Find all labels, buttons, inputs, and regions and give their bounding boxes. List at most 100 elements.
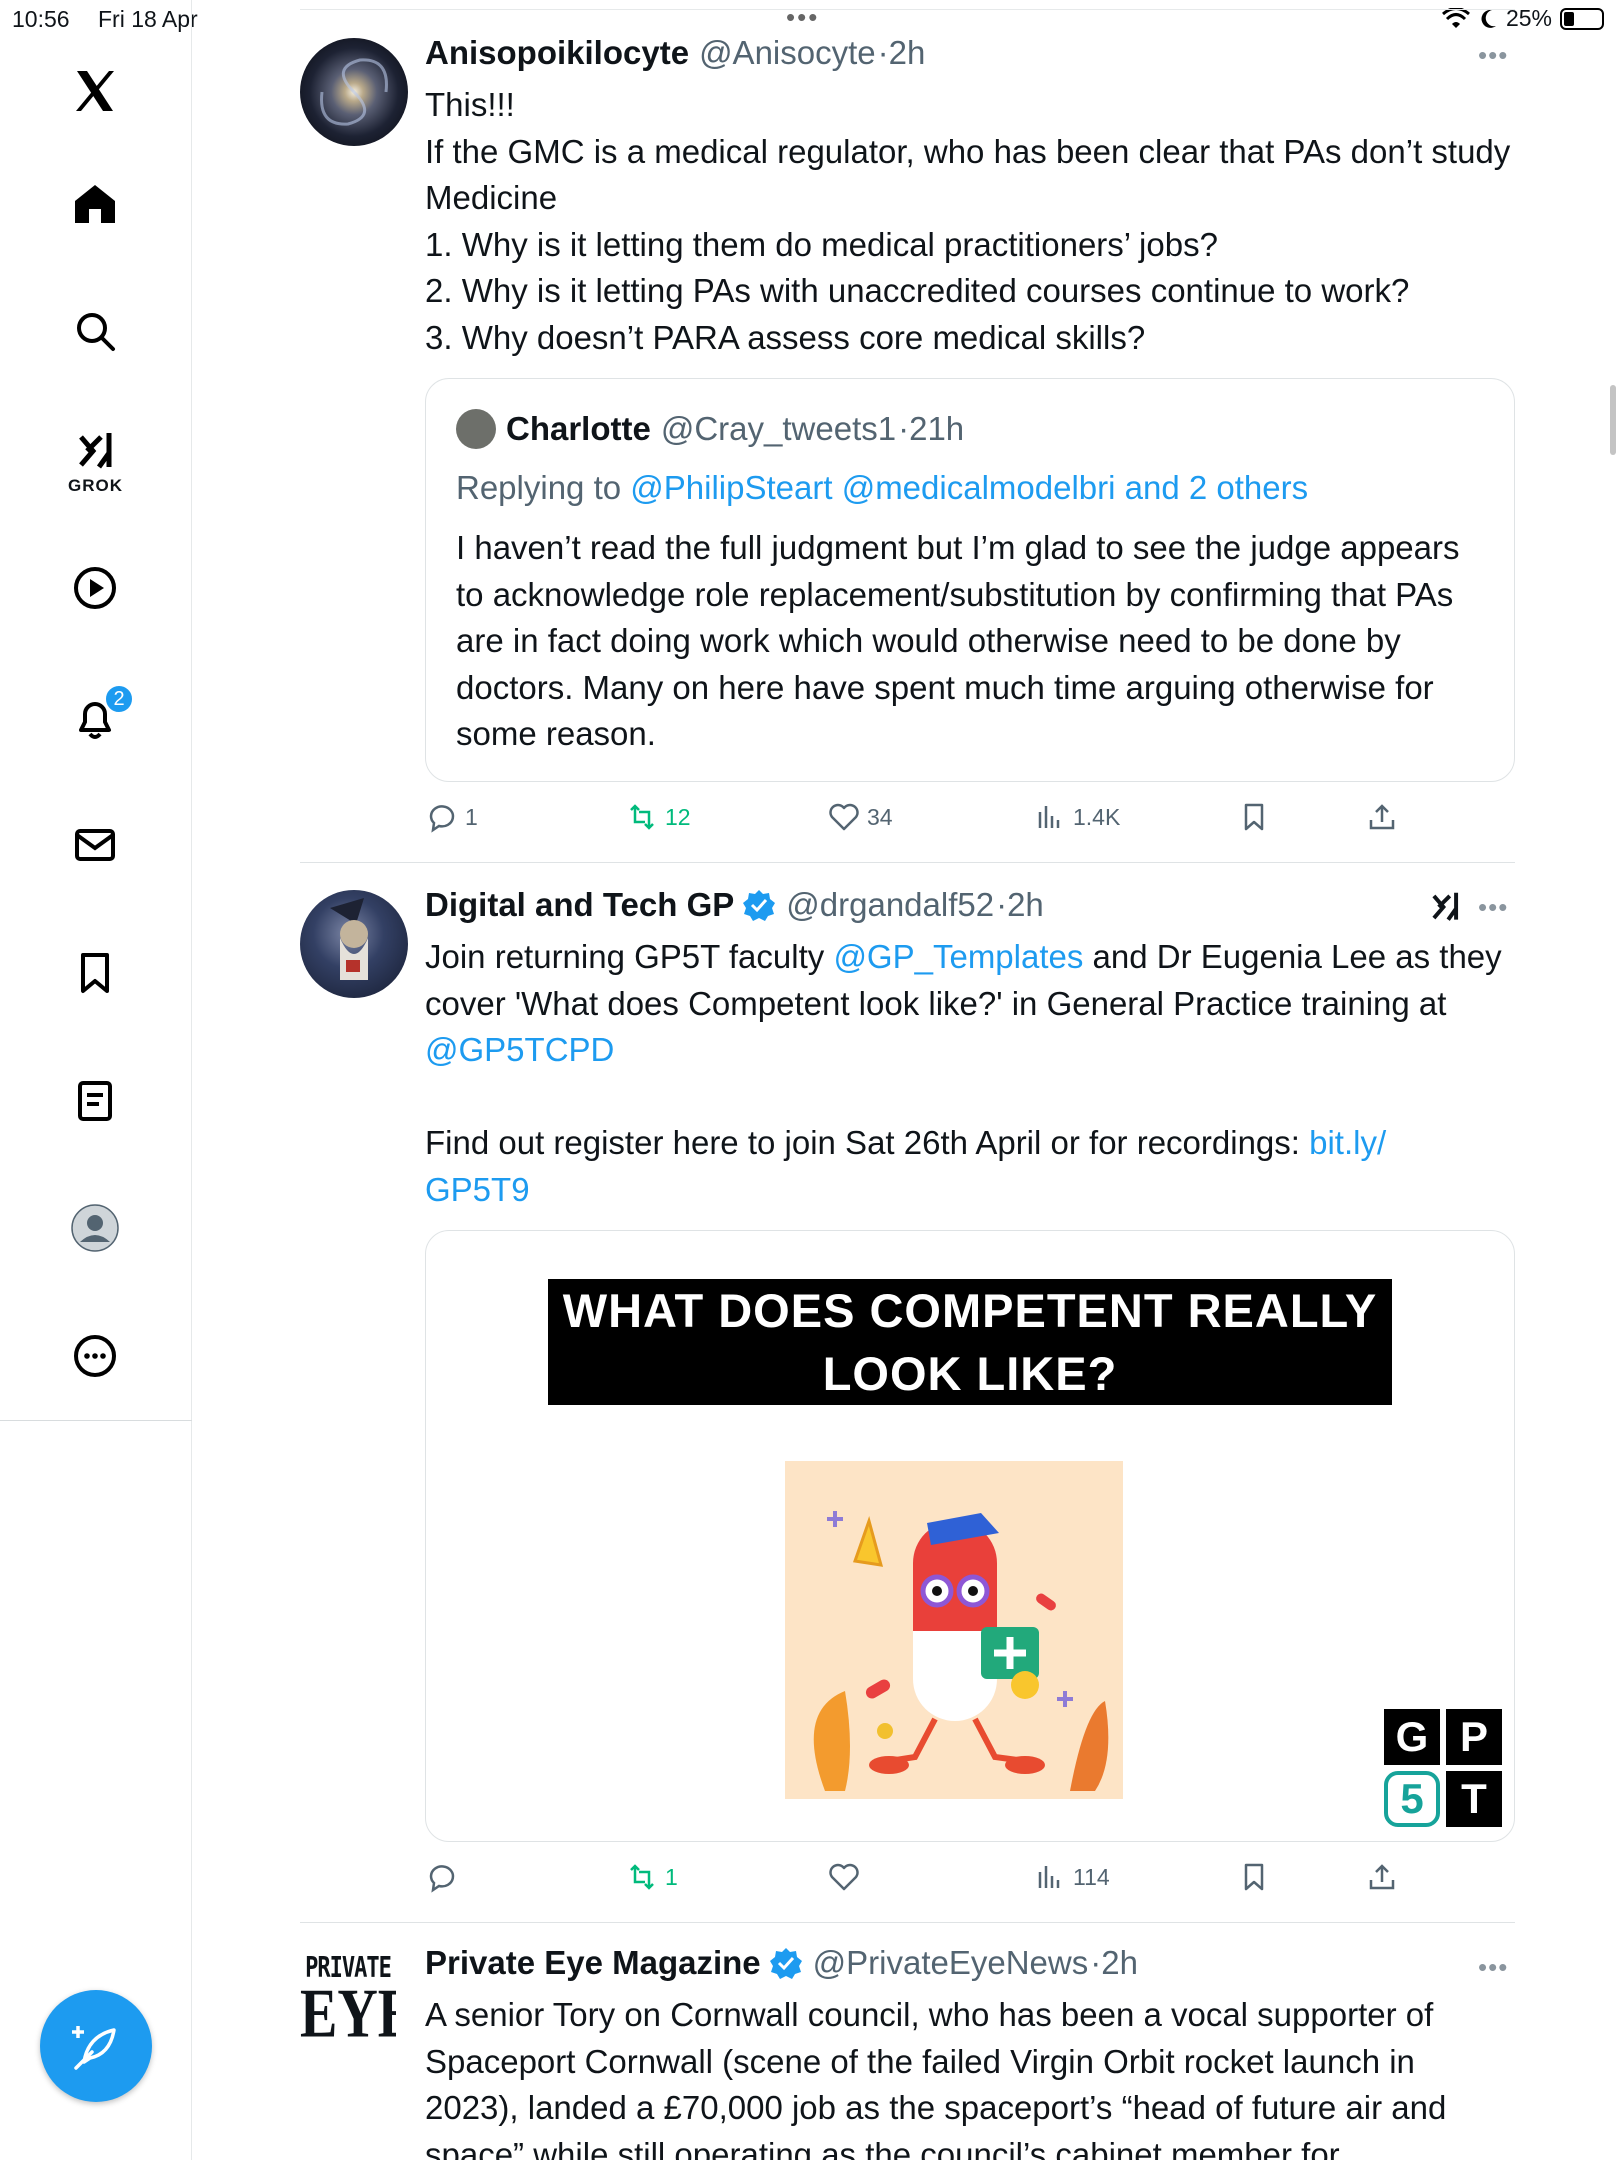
compose-post-button[interactable] xyxy=(40,1990,152,2102)
bookmarks-icon[interactable] xyxy=(62,940,128,1006)
wifi-icon xyxy=(1441,7,1470,28)
more-options-icon[interactable] xyxy=(62,1323,128,1389)
reply-icon xyxy=(429,1865,455,1893)
author-name[interactable]: Private Eye Magazine xyxy=(425,1944,761,1982)
quote-header: Charlotte @Cray_tweets1 ·21h xyxy=(456,409,964,449)
views-button[interactable]: 114 xyxy=(1033,1860,1110,1894)
bookmark-icon xyxy=(1244,803,1264,831)
mention-link[interactable]: @GP_Templates xyxy=(833,938,1083,975)
views-button[interactable]: 1.4K xyxy=(1033,800,1120,834)
verified-badge-icon xyxy=(769,1948,802,1979)
grok-icon[interactable] xyxy=(62,418,128,484)
author-name[interactable]: Anisopoikilocyte xyxy=(425,34,689,72)
search-icon[interactable] xyxy=(62,298,128,364)
avatar[interactable]: PRIVATE EYE xyxy=(300,1950,396,2050)
share-button[interactable] xyxy=(1365,1860,1399,1894)
verified-badge-icon xyxy=(743,890,776,921)
media-banner-text: WHAT DOES COMPETENT REALLY LOOK LIKE? xyxy=(548,1279,1392,1405)
tweet-header: Private Eye Magazine @PrivateEyeNews ·2h xyxy=(425,1944,1138,1982)
replying-to-links[interactable]: @PhilipSteart @medicalmodelbri and 2 oth… xyxy=(630,469,1308,506)
repost-button[interactable]: 1 xyxy=(625,1860,678,1894)
more-options-icon[interactable]: ••• xyxy=(1478,40,1508,71)
heart-icon xyxy=(829,1863,859,1891)
avatar[interactable] xyxy=(300,38,408,146)
tweet-actions: 1 12 34 1.4K xyxy=(425,800,1515,850)
like-button[interactable] xyxy=(827,1860,867,1894)
share-button[interactable] xyxy=(1365,800,1399,834)
logo-letter: P xyxy=(1446,1709,1502,1765)
video-icon[interactable] xyxy=(62,555,128,621)
wizard-avatar-icon xyxy=(330,898,368,980)
timeline-top-divider xyxy=(300,9,1515,10)
quote-time: ·21h xyxy=(898,410,965,447)
repost-count: 1 xyxy=(665,1863,678,1890)
sidebar: GROK 2 xyxy=(0,0,192,2160)
replying-to: Replying to @PhilipSteart @medicalmodelb… xyxy=(456,469,1308,507)
view-count: 114 xyxy=(1073,1863,1110,1890)
tweet-time: ·2h xyxy=(1090,1944,1138,1981)
multitasking-dots-icon[interactable]: ••• xyxy=(786,4,819,30)
tweet-actions: 1 114 xyxy=(425,1860,1515,1910)
more-options-icon[interactable]: ••• xyxy=(1478,1952,1508,1983)
battery-icon xyxy=(1560,7,1604,30)
replying-prefix: Replying to xyxy=(456,469,631,506)
gp5t-logo: G P 5 T xyxy=(1384,1709,1502,1827)
views-chart-icon xyxy=(1038,806,1060,828)
tweet-time: ·2h xyxy=(996,886,1044,923)
like-count: 34 xyxy=(867,803,893,830)
x-logo-icon[interactable] xyxy=(62,58,128,124)
pill-character-illustration xyxy=(785,1461,1123,1799)
tweet-divider xyxy=(300,862,1515,863)
repost-button[interactable]: 12 xyxy=(625,800,691,834)
view-count: 1.4K xyxy=(1073,803,1121,830)
avatar xyxy=(456,409,496,449)
quote-author-handle: @Cray_tweets1 xyxy=(660,410,897,447)
tweet-divider xyxy=(300,1922,1515,1923)
bookmark-button[interactable] xyxy=(1237,800,1271,834)
author-handle[interactable]: @PrivateEyeNews xyxy=(813,1944,1089,1982)
moon-icon xyxy=(1481,9,1496,28)
grok-label: GROK xyxy=(68,476,123,495)
more-options-icon[interactable]: ••• xyxy=(1478,892,1508,923)
avatar-logo-bottom: EYE xyxy=(300,1975,396,2050)
quote-author-name: Charlotte xyxy=(506,410,651,447)
bookmark-icon xyxy=(1244,1863,1264,1891)
author-handle[interactable]: @drgandalf52 xyxy=(786,886,994,924)
home-icon[interactable] xyxy=(62,170,128,236)
profile-avatar-icon[interactable] xyxy=(62,1195,128,1261)
tweet-text: A senior Tory on Cornwall council, who h… xyxy=(425,1996,1456,2160)
reply-button[interactable] xyxy=(425,1860,465,1894)
share-icon xyxy=(1369,804,1395,830)
galaxy-avatar-icon xyxy=(320,58,388,126)
tweet-header: Anisopoikilocyte @Anisocyte ·2h xyxy=(425,34,925,72)
repost-count: 12 xyxy=(665,803,691,830)
tweet-header: Digital and Tech GP @drgandalf52 ·2h xyxy=(425,886,1044,924)
lists-icon[interactable] xyxy=(62,1068,128,1134)
avatar[interactable] xyxy=(300,890,408,998)
messages-icon[interactable] xyxy=(62,812,128,878)
like-button[interactable]: 34 xyxy=(827,800,893,834)
reply-count: 1 xyxy=(465,803,478,830)
author-name[interactable]: Digital and Tech GP xyxy=(425,886,734,924)
grok-icon[interactable] xyxy=(1426,888,1464,926)
media-image[interactable]: WHAT DOES COMPETENT REALLY LOOK LIKE? G … xyxy=(425,1230,1515,1842)
logo-letter: T xyxy=(1446,1771,1502,1827)
tweet-text-part: Find out register here to join Sat 26th … xyxy=(425,1124,1300,1161)
repost-icon xyxy=(630,1864,654,1890)
tweet-text: Join returning GP5T faculty @GP_Template… xyxy=(425,934,1515,1213)
tweet-text-part: Join returning GP5T faculty xyxy=(425,938,834,975)
reply-button[interactable]: 1 xyxy=(425,800,478,834)
sidebar-divider xyxy=(0,1420,192,1421)
bookmark-button[interactable] xyxy=(1237,1860,1271,1894)
author-handle[interactable]: @Anisocyte xyxy=(699,34,876,72)
logo-letter: G xyxy=(1384,1709,1440,1765)
compose-feather-icon xyxy=(72,2026,116,2070)
tweet-text: This!!! If the GMC is a medical regulato… xyxy=(425,86,1511,356)
scrollbar[interactable] xyxy=(1610,385,1616,455)
logo-letter: 5 xyxy=(1384,1771,1440,1827)
quoted-tweet[interactable]: Charlotte @Cray_tweets1 ·21h Replying to… xyxy=(425,378,1515,782)
views-chart-icon xyxy=(1038,1866,1060,1888)
reply-icon xyxy=(429,805,455,833)
mention-link[interactable]: @GP5TCPD xyxy=(425,1031,614,1068)
quote-text: I haven’t read the full judgment but I’m… xyxy=(456,529,1460,752)
